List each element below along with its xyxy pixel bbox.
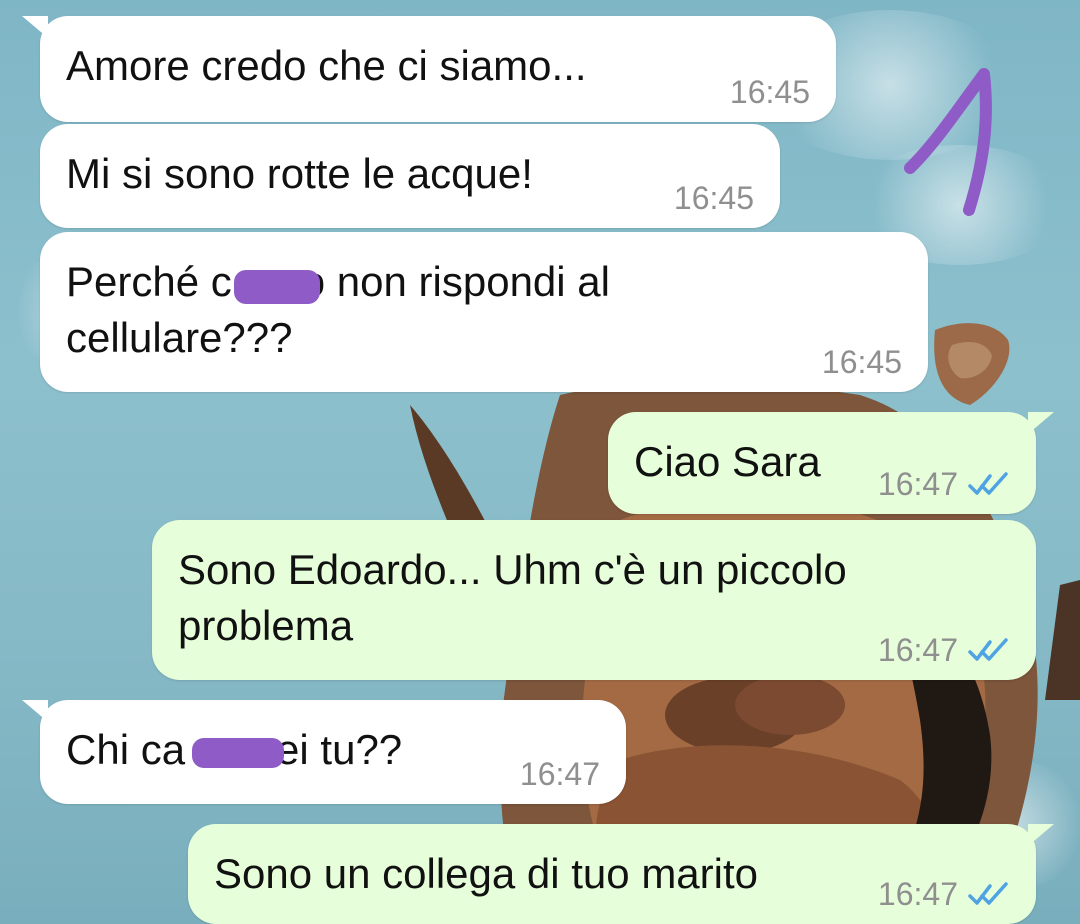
- message-timestamp: 16:47: [877, 466, 958, 502]
- message-text: Mi si sono rotte le acque!: [66, 150, 533, 197]
- incoming-message[interactable]: Mi si sono rotte le acque! 16:45: [40, 124, 780, 228]
- message-timestamp: 16:45: [673, 180, 754, 216]
- incoming-message[interactable]: Chi ca sei tu?? 16:47: [22, 700, 626, 804]
- message-meta: 16:45: [822, 342, 902, 382]
- message-timestamp: 16:47: [519, 756, 600, 792]
- message-meta: 16:45: [730, 72, 810, 112]
- message-timestamp: 16:45: [729, 74, 810, 110]
- message-text: Chi ca sei tu??: [66, 726, 403, 773]
- message-text: Amore credo che ci siamo...: [66, 42, 587, 89]
- double-check-icon: [968, 472, 1008, 495]
- message-text: Perché c o non rispondi al cellulare???: [66, 258, 610, 361]
- message-meta: 16:47: [878, 630, 1010, 670]
- redaction-bar: [234, 270, 320, 304]
- message-timestamp: 16:45: [821, 344, 902, 380]
- incoming-message[interactable]: Perché c o non rispondi al cellulare??? …: [40, 232, 928, 392]
- outgoing-message[interactable]: Sono un collega di tuo marito 16:47: [188, 824, 1054, 924]
- outgoing-message[interactable]: Sono Edoardo... Uhm c'è un piccolo probl…: [152, 520, 1036, 680]
- incoming-message[interactable]: Amore credo che ci siamo... 16:45: [22, 16, 836, 122]
- redaction-bar: [192, 738, 284, 768]
- message-timestamp: 16:47: [877, 632, 958, 668]
- message-meta: 16:47: [520, 754, 600, 794]
- message-meta: 16:47: [878, 464, 1010, 504]
- handwritten-annotation-number-one: [904, 68, 992, 216]
- outgoing-message[interactable]: Ciao Sara 16:47: [608, 412, 1054, 514]
- chat-thread: Amore credo che ci siamo... 16:45 Mi si …: [0, 0, 1080, 924]
- double-check-icon: [968, 882, 1008, 905]
- message-timestamp: 16:47: [877, 876, 958, 912]
- message-meta: 16:45: [674, 178, 754, 218]
- double-check-icon: [968, 638, 1008, 661]
- message-meta: 16:47: [878, 874, 1010, 914]
